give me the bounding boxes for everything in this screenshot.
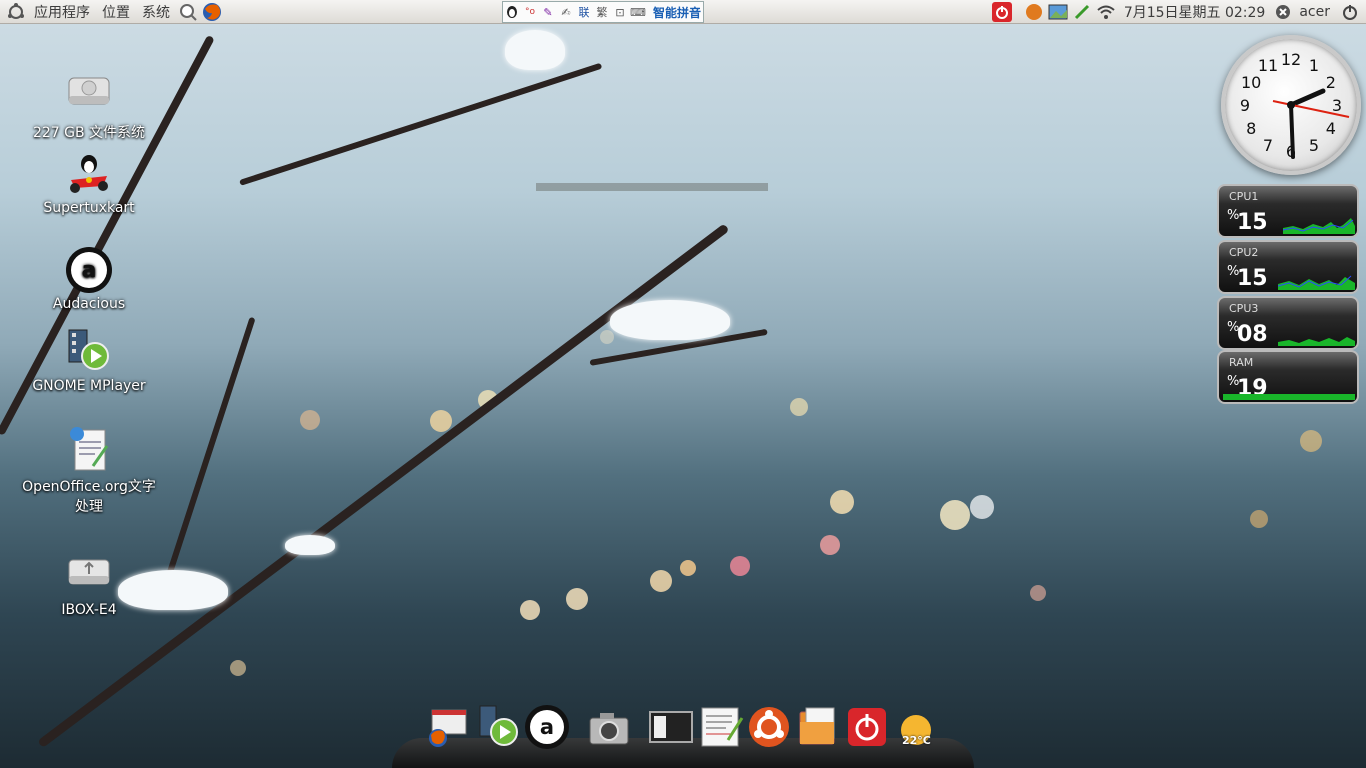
camera-icon bbox=[589, 713, 629, 745]
ime-toggle-fan[interactable]: 繁 bbox=[593, 4, 611, 20]
window-switcher-icon bbox=[649, 711, 693, 743]
clock-number: 10 bbox=[1241, 73, 1261, 92]
photo-icon[interactable] bbox=[1048, 2, 1068, 22]
pen-icon[interactable]: ✎ bbox=[539, 6, 557, 19]
dock-audacious[interactable]: a bbox=[524, 704, 570, 750]
supertuxkart-icon bbox=[65, 150, 113, 198]
dock-mplayer[interactable] bbox=[476, 704, 522, 750]
system-tray: 7月15日星期五 02:29 acer bbox=[990, 0, 1366, 24]
menu-places[interactable]: 位置 bbox=[96, 2, 136, 22]
desktop-icon-openoffice-writer[interactable]: OpenOffice.org文字处理 bbox=[19, 426, 159, 516]
usb-drive-icon bbox=[65, 552, 113, 600]
meter-label: CPU2 bbox=[1229, 246, 1259, 259]
mplayer-icon bbox=[479, 705, 518, 746]
desktop-icon-ibox-e4[interactable]: IBOX-E4 bbox=[19, 552, 159, 618]
search-icon[interactable] bbox=[178, 2, 198, 22]
harddisk-icon bbox=[65, 72, 113, 120]
keyboard-icon[interactable]: ⌨ bbox=[629, 6, 647, 19]
menu-applications[interactable]: 应用程序 bbox=[28, 2, 96, 22]
meter-graph bbox=[1277, 275, 1355, 290]
clock-number: 12 bbox=[1281, 50, 1301, 69]
files-icon bbox=[799, 707, 835, 745]
desktop-icon-label: OpenOffice.org文字处理 bbox=[22, 479, 156, 515]
clock-number: 11 bbox=[1258, 56, 1278, 75]
pencil-icon[interactable] bbox=[1072, 2, 1092, 22]
wifi-icon[interactable] bbox=[1096, 2, 1116, 22]
user-status-icon[interactable] bbox=[1273, 2, 1293, 22]
input-method-bar: °o ✎ ✍ 联 繁 ⊡ ⌨ 智能拼音 bbox=[502, 1, 704, 23]
desktop-icon-filesystem[interactable]: 227 GB 文件系统 bbox=[19, 72, 159, 142]
svg-text:a: a bbox=[540, 715, 554, 739]
desktop-icon-label: Supertuxkart bbox=[43, 200, 135, 216]
meter-graph bbox=[1223, 394, 1355, 400]
dock: a 22°C bbox=[392, 700, 974, 768]
dock-firefox-window[interactable] bbox=[424, 704, 470, 750]
ubuntu-logo-icon[interactable] bbox=[6, 2, 26, 22]
writer-icon bbox=[65, 426, 113, 474]
clock-number: 7 bbox=[1263, 136, 1273, 155]
desktop-icon-gnome-mplayer[interactable]: GNOME MPlayer bbox=[19, 328, 159, 394]
clock-number: 3 bbox=[1332, 96, 1342, 115]
clock-number: 8 bbox=[1246, 119, 1256, 138]
cpu2-meter: CPU2 % 15 bbox=[1217, 240, 1359, 294]
menu-system[interactable]: 系统 bbox=[136, 2, 176, 22]
clock-number: 9 bbox=[1240, 96, 1250, 115]
desktop-icon-supertuxkart[interactable]: Supertuxkart bbox=[19, 150, 159, 216]
clock-number: 2 bbox=[1326, 73, 1336, 92]
firefox-icon[interactable] bbox=[202, 2, 222, 22]
audacious-icon: a bbox=[65, 246, 113, 294]
clock-minute-hand bbox=[1289, 103, 1295, 159]
dock-power[interactable] bbox=[844, 704, 890, 750]
dock-ubuntu[interactable] bbox=[746, 704, 792, 750]
cpu1-meter: CPU1 % 15 bbox=[1217, 184, 1359, 238]
desktop-icon-label: GNOME MPlayer bbox=[32, 378, 146, 394]
lock-icon[interactable]: ⊡ bbox=[611, 6, 629, 19]
ubuntu-icon bbox=[749, 707, 789, 747]
ram-meter: RAM % 19 bbox=[1217, 350, 1359, 404]
weather-icon[interactable] bbox=[1024, 2, 1044, 22]
analog-clock-widget[interactable]: 121234567891011 bbox=[1221, 35, 1361, 175]
ime-toggle-lian[interactable]: 联 bbox=[575, 4, 593, 20]
dock-files[interactable] bbox=[794, 704, 840, 750]
firefox-window-icon bbox=[429, 709, 467, 747]
dock-camera[interactable] bbox=[586, 704, 632, 750]
mplayer-icon bbox=[65, 328, 113, 376]
ime-mode-label[interactable]: 智能拼音 bbox=[653, 4, 701, 21]
power-icon[interactable] bbox=[991, 2, 1012, 22]
dock-text-editor[interactable] bbox=[698, 704, 744, 750]
desktop-icon-label: Audacious bbox=[52, 296, 126, 312]
svg-text:a: a bbox=[82, 258, 97, 283]
handwrite-icon[interactable]: ✍ bbox=[557, 6, 575, 19]
dock-window-switcher[interactable] bbox=[648, 704, 694, 750]
tux-icon[interactable] bbox=[503, 4, 521, 21]
desktop-icon-label: IBOX-E4 bbox=[61, 602, 117, 618]
desktop-icon-label: 227 GB 文件系统 bbox=[32, 125, 146, 141]
progress-bar bbox=[536, 183, 768, 191]
clock-number: 4 bbox=[1326, 119, 1336, 138]
power-icon bbox=[848, 708, 886, 746]
meter-graph bbox=[1282, 218, 1355, 234]
panel-clock[interactable]: 7月15日星期五 02:29 bbox=[1124, 2, 1266, 22]
meter-label: RAM bbox=[1229, 356, 1254, 369]
cpu3-meter: CPU3 % 08 bbox=[1217, 296, 1359, 350]
meter-label: CPU1 bbox=[1229, 190, 1259, 203]
top-panel: 应用程序 位置 系统 °o ✎ ✍ 联 繁 ⊡ ⌨ 智能拼音 7月15日星期五 … bbox=[0, 0, 1366, 24]
clock-number: 5 bbox=[1309, 136, 1319, 155]
audacious-icon: a bbox=[525, 705, 569, 749]
user-name[interactable]: acer bbox=[1299, 4, 1330, 20]
meter-label: CPU3 bbox=[1229, 302, 1259, 315]
clock-number: 1 bbox=[1309, 56, 1319, 75]
symbol-icon[interactable]: °o bbox=[521, 7, 539, 17]
wallpaper bbox=[0, 0, 1366, 768]
text-editor-icon bbox=[701, 707, 744, 747]
weather-temperature: 22°C bbox=[902, 734, 931, 747]
shutdown-icon[interactable] bbox=[1340, 2, 1360, 22]
clock-hour-hand bbox=[1288, 88, 1326, 108]
meter-graph bbox=[1278, 337, 1355, 346]
desktop-icon-audacious[interactable]: a Audacious bbox=[19, 246, 159, 312]
dock-weather[interactable]: 22°C bbox=[892, 704, 938, 750]
